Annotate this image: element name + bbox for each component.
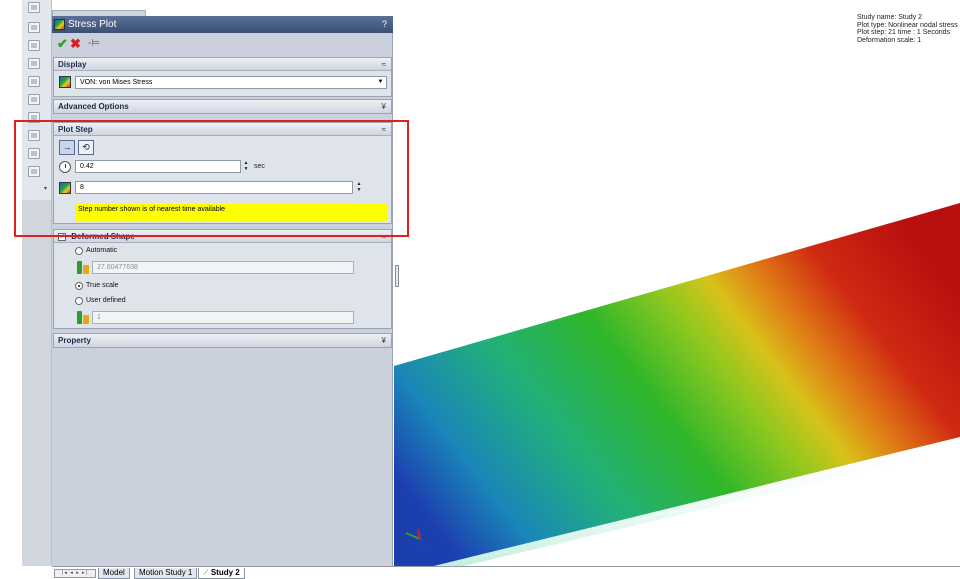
tab-navigation-arrows[interactable]: |◂ ◂ ▸ ▸| bbox=[54, 569, 96, 578]
connections-icon[interactable] bbox=[28, 40, 40, 51]
true-scale-label: True scale bbox=[86, 282, 119, 289]
user-scale-field: 1 bbox=[92, 311, 354, 324]
tab-study-2-label: Study 2 bbox=[210, 568, 240, 577]
radio-dot bbox=[75, 247, 83, 255]
display-header-label: Display bbox=[58, 60, 87, 69]
expand-icon[interactable]: ¥ bbox=[382, 100, 386, 113]
property-group: Property ¥ bbox=[53, 333, 392, 348]
stress-plot-icon bbox=[54, 19, 65, 30]
display-body: VON: von Mises Stress ▼ bbox=[54, 71, 391, 97]
fixtures-icon[interactable] bbox=[28, 58, 40, 69]
help-icon[interactable]: ? bbox=[382, 16, 387, 33]
chevron-down-icon[interactable]: ▼ bbox=[376, 78, 385, 87]
loads-icon[interactable] bbox=[28, 76, 40, 87]
radio-dot-selected bbox=[75, 282, 83, 290]
plot-type-text: Plot type: Nonlinear nodal stress bbox=[857, 21, 958, 29]
study-tabs-bar: |◂ ◂ ▸ ▸| Model Motion Study 1 ⟋ Study 2 bbox=[52, 566, 960, 579]
automatic-scale-field: 27.60477638 bbox=[92, 261, 354, 274]
tree-icon[interactable] bbox=[28, 2, 40, 13]
scale-factor-icon bbox=[77, 261, 90, 274]
automatic-scale-value: 27.60477638 bbox=[97, 264, 138, 271]
deformed-shape-body: Automatic 27.60477638 True scale User de… bbox=[54, 243, 391, 329]
display-header[interactable]: Display ≈ bbox=[54, 58, 391, 71]
mesh-icon[interactable] bbox=[28, 94, 40, 105]
x-icon[interactable]: ✖ bbox=[70, 36, 81, 52]
radio-dot bbox=[75, 297, 83, 305]
property-header[interactable]: Property ¥ bbox=[54, 334, 391, 347]
lower-sidebar bbox=[22, 200, 52, 566]
stress-contour-plot bbox=[394, 203, 960, 566]
study-icon[interactable] bbox=[28, 22, 40, 33]
component-value: VON: von Mises Stress bbox=[80, 79, 153, 86]
deformation-scale-text: Deformation scale: 1 bbox=[857, 36, 922, 44]
tab-motion-study-1[interactable]: Motion Study 1 bbox=[134, 568, 198, 579]
study-name-text: Study name: Study 2 bbox=[857, 14, 922, 21]
left-window-strip bbox=[0, 0, 22, 579]
stress-plot-property-manager: Stress Plot ? ✔ ✖ -⊨ Display ≈ VON: von … bbox=[52, 16, 393, 566]
tab-motion-study-1-label: Motion Study 1 bbox=[139, 568, 193, 577]
user-defined-radio[interactable]: User defined bbox=[75, 296, 126, 306]
advanced-options-group: Advanced Options ¥ bbox=[53, 99, 392, 114]
advanced-options-header[interactable]: Advanced Options ¥ bbox=[54, 100, 391, 113]
study-info-overlay: Study name: Study 2 Plot type: Nonlinear… bbox=[857, 14, 958, 44]
component-icon bbox=[59, 76, 71, 88]
display-group: Display ≈ VON: von Mises Stress ▼ bbox=[53, 57, 392, 97]
tab-model[interactable]: Model bbox=[98, 568, 130, 579]
panel-title: Stress Plot bbox=[68, 19, 117, 30]
user-scale-value: 1 bbox=[97, 314, 101, 321]
panel-actions: ✔ ✖ -⊨ bbox=[52, 33, 393, 55]
user-defined-label: User defined bbox=[86, 297, 126, 304]
expand-icon[interactable]: ¥ bbox=[382, 334, 386, 347]
scale-factor-icon bbox=[77, 311, 90, 324]
automatic-label: Automatic bbox=[86, 247, 118, 254]
property-label: Property bbox=[58, 336, 91, 345]
tab-study-2[interactable]: ⟋ Study 2 bbox=[198, 568, 245, 579]
true-scale-radio[interactable]: True scale bbox=[75, 281, 118, 291]
advanced-options-label: Advanced Options bbox=[58, 102, 129, 111]
check-icon[interactable]: ✔ bbox=[57, 36, 68, 52]
graphics-viewport[interactable] bbox=[394, 0, 960, 566]
component-select[interactable]: VON: von Mises Stress ▼ bbox=[75, 76, 387, 89]
panel-title-bar: Stress Plot ? bbox=[52, 16, 393, 33]
collapse-icon[interactable]: ≈ bbox=[382, 58, 386, 71]
study-icon: ⟋ bbox=[203, 568, 209, 577]
plot-step-highlight-box bbox=[14, 120, 409, 237]
deformed-shape-group: ✓ Deformed Shape ≈ Automatic 27.60477638… bbox=[53, 229, 392, 329]
plot-step-text: Plot step: 21 time : 1 Seconds bbox=[857, 29, 950, 36]
automatic-radio[interactable]: Automatic bbox=[75, 246, 117, 256]
axis-triad-icon bbox=[402, 527, 432, 551]
tab-model-label: Model bbox=[103, 568, 125, 577]
pushpin-icon[interactable]: -⊨ bbox=[88, 38, 100, 49]
